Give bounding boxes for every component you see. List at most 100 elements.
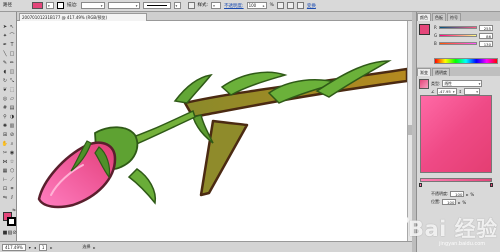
color-row-g: G 86 bbox=[434, 32, 493, 39]
r-slider[interactable] bbox=[439, 26, 477, 29]
style-dropdown[interactable]: ▾ bbox=[211, 2, 222, 9]
g-value[interactable]: 86 bbox=[479, 32, 493, 39]
selection-status: 选择 bbox=[82, 244, 91, 249]
polygon-tool-icon[interactable]: ⬡ bbox=[9, 168, 15, 174]
rectangle-tool-icon[interactable]: □ bbox=[9, 51, 15, 57]
opacity-link[interactable]: 不透明度: bbox=[224, 3, 244, 9]
shear-tool-icon[interactable]: ⫽ bbox=[9, 195, 15, 201]
mesh-tool-icon[interactable]: # bbox=[2, 105, 8, 111]
knife-tool-icon[interactable]: ⟋ bbox=[9, 177, 15, 183]
style-swatch-icon[interactable] bbox=[187, 2, 195, 9]
free-transform-tool-icon[interactable]: ⬚ bbox=[9, 87, 15, 93]
status-menu-icon[interactable]: ▸ bbox=[93, 245, 95, 250]
zoom-tool-icon[interactable]: ⌕ bbox=[9, 141, 15, 147]
slice-tool-icon[interactable]: ⊘ bbox=[9, 132, 15, 138]
gradient-stop-start[interactable] bbox=[419, 183, 422, 187]
fill-dropdown[interactable]: ▾ bbox=[46, 2, 54, 9]
gradient-tool-icon[interactable]: ▤ bbox=[9, 105, 15, 111]
stroke-color-box[interactable] bbox=[7, 217, 16, 226]
warp-tool-icon[interactable]: ❦ bbox=[2, 87, 8, 93]
perspective-tool-icon[interactable]: ▱ bbox=[9, 96, 15, 102]
gradient-opacity-input[interactable]: 100 bbox=[450, 191, 465, 197]
brush-options-dropdown[interactable]: ▾ bbox=[173, 2, 181, 9]
chevron-down-icon: ▾ bbox=[213, 3, 215, 8]
prev-page-icon[interactable]: ◂ bbox=[34, 245, 36, 250]
direct-select-tool-icon[interactable]: ↖ bbox=[9, 24, 15, 30]
opacity-unit: % bbox=[269, 2, 274, 8]
gradient-angle-input[interactable]: -47.95 ▾ bbox=[436, 88, 457, 95]
crop-area-tool-icon[interactable]: ⌗ bbox=[9, 186, 15, 192]
reflect-tool-icon[interactable]: ⇋ bbox=[2, 195, 8, 201]
live-paint-tool-icon[interactable]: ◉ bbox=[9, 150, 15, 156]
column-graph-tool-icon[interactable]: ▦ bbox=[2, 168, 8, 174]
symbol-sprayer-tool-icon[interactable]: ✺ bbox=[2, 123, 8, 129]
gradient-slider[interactable] bbox=[420, 178, 492, 182]
recolor-icon[interactable] bbox=[276, 2, 284, 9]
bud-leaf-lower bbox=[127, 168, 157, 205]
transform-link[interactable]: 变换 bbox=[307, 3, 316, 9]
gradient-angle-row: ∠ -47.95 ▾ ⇕ ▾ bbox=[431, 88, 480, 95]
line-tool-icon[interactable]: ╲ bbox=[2, 51, 8, 57]
brush-tool-icon[interactable]: ✎ bbox=[2, 60, 8, 66]
fill-color-swatch[interactable] bbox=[32, 2, 43, 9]
tab-gradient[interactable]: 渐变 bbox=[417, 68, 431, 76]
tab-swatches[interactable]: 色板 bbox=[432, 13, 446, 21]
scissors-tool-icon[interactable]: ✂ bbox=[2, 150, 8, 156]
measure-tool-icon[interactable]: ⊢ bbox=[2, 177, 8, 183]
brush-definition-dropdown[interactable] bbox=[142, 2, 171, 9]
document-tab[interactable]: 20070101231B177 @ 417.49% (RGB/预览) bbox=[19, 13, 147, 21]
tab-symbols[interactable]: 符号 bbox=[447, 13, 461, 21]
artboard-tool-icon[interactable]: ⊞ bbox=[2, 132, 8, 138]
chevron-down-icon: ▾ bbox=[478, 81, 481, 86]
b-value[interactable]: 130 bbox=[479, 40, 493, 47]
gradient-thumbnail[interactable] bbox=[419, 79, 429, 89]
graph-tool-icon[interactable]: ▥ bbox=[9, 123, 15, 129]
next-page-icon[interactable]: ▸ bbox=[50, 245, 52, 250]
pencil-tool-icon[interactable]: ✏ bbox=[9, 60, 15, 66]
tab-transparency[interactable]: 透明度 bbox=[432, 68, 450, 76]
color-spectrum[interactable] bbox=[434, 58, 498, 64]
eyedropper-tool-icon[interactable]: ⚲ bbox=[2, 114, 8, 120]
g-slider[interactable] bbox=[439, 34, 477, 37]
width-tool-icon[interactable]: ⋈ bbox=[2, 159, 8, 165]
tab-color[interactable]: 颜色 bbox=[417, 13, 431, 21]
color-row-r: R 255 bbox=[434, 24, 493, 31]
b-slider[interactable] bbox=[439, 42, 477, 45]
chevron-right-icon[interactable]: ▸ bbox=[458, 200, 460, 205]
mode-label: 路径 bbox=[3, 2, 12, 8]
opacity-unit: % bbox=[470, 191, 475, 197]
r-value[interactable]: 255 bbox=[479, 24, 493, 31]
opacity-input[interactable]: 100 ▸ bbox=[246, 2, 267, 9]
distribute-icon[interactable] bbox=[296, 2, 304, 9]
type-tool-icon[interactable]: T bbox=[9, 42, 15, 48]
selection-tool-icon[interactable]: ➤ bbox=[2, 24, 8, 30]
shape-builder-tool-icon[interactable]: ◎ bbox=[2, 96, 8, 102]
gradient-aspect-input[interactable]: ▾ bbox=[463, 88, 480, 95]
eraser-tool-icon[interactable]: ◫ bbox=[9, 69, 15, 75]
lasso-tool-icon[interactable]: ⌒ bbox=[9, 33, 15, 39]
stroke-color-icon[interactable] bbox=[57, 2, 64, 9]
magic-wand-tool-icon[interactable]: ✦ bbox=[2, 33, 8, 39]
scale-tool-icon[interactable]: ⤡ bbox=[9, 78, 15, 84]
page-number[interactable]: 1 bbox=[38, 243, 48, 251]
artboard-canvas[interactable] bbox=[17, 21, 407, 241]
zoom-level[interactable]: 417.49% bbox=[2, 243, 26, 251]
position-unit: % bbox=[462, 199, 467, 205]
gradient-stop-end[interactable] bbox=[490, 183, 493, 187]
print-tiling-tool-icon[interactable]: ⊡ bbox=[2, 186, 8, 192]
pen-tool-icon[interactable]: ✒ bbox=[2, 42, 8, 48]
variable-width-dropdown[interactable]: ▾ bbox=[107, 2, 140, 9]
current-color-swatch[interactable] bbox=[419, 24, 430, 35]
stroke-weight-input[interactable]: ▾ bbox=[80, 2, 105, 9]
gradient-type-dropdown[interactable]: 线性 ▾ bbox=[442, 80, 483, 87]
hand-tool-icon[interactable]: ✋ bbox=[2, 141, 8, 147]
star-tool-icon[interactable]: ☆ bbox=[9, 159, 15, 165]
chevron-right-icon[interactable]: ▸ bbox=[466, 192, 468, 197]
align-icon[interactable] bbox=[286, 2, 294, 9]
rotate-tool-icon[interactable]: ↻ bbox=[2, 78, 8, 84]
blob-brush-tool-icon[interactable]: ◖ bbox=[2, 69, 8, 75]
chevron-down-icon: ▾ bbox=[175, 3, 178, 8]
gradient-preview[interactable] bbox=[420, 95, 492, 173]
chevron-down-icon[interactable]: ▾ bbox=[29, 245, 31, 250]
blend-tool-icon[interactable]: ◑ bbox=[9, 114, 15, 120]
